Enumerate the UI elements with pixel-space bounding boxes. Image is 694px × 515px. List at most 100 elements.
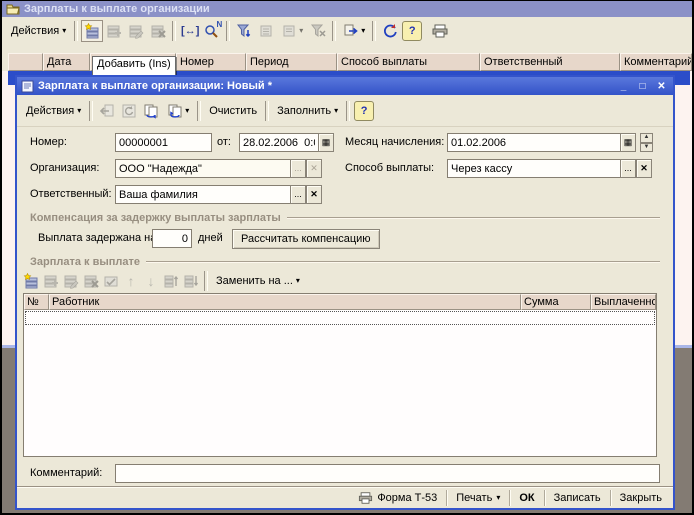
month-spinner[interactable]: ▲ ▼ xyxy=(640,133,653,152)
main-help-button[interactable]: ? xyxy=(401,20,423,42)
toolbar-separator xyxy=(204,271,208,291)
chevron-down-icon: ▾ xyxy=(62,27,66,35)
ok-button[interactable]: ОК xyxy=(516,491,537,505)
copy-settings-button[interactable] xyxy=(140,100,162,122)
footer-separator xyxy=(509,490,510,506)
delete-row-button[interactable] xyxy=(147,20,169,42)
clear-button[interactable]: Очистить xyxy=(204,100,262,122)
up-arrow-icon: ↑ xyxy=(128,273,135,289)
list-column-number[interactable]: Номер xyxy=(176,53,246,71)
print-button[interactable]: Печать▾ xyxy=(453,491,503,505)
ellipsis-icon: ... xyxy=(294,190,302,199)
column-amount[interactable]: Сумма xyxy=(521,294,591,310)
replace-with-button[interactable]: Заменить на ...▾ xyxy=(211,270,305,292)
column-employee[interactable]: Работник xyxy=(49,294,521,310)
reread-button[interactable] xyxy=(96,100,118,122)
organization-input[interactable] xyxy=(115,159,291,178)
close-dialog-button[interactable]: Закрыть xyxy=(617,491,665,505)
calculate-compensation-button[interactable]: Рассчитать компенсацию xyxy=(232,229,380,249)
date-input[interactable] xyxy=(239,133,319,152)
doc-back-icon xyxy=(99,103,115,119)
table-finish-edit-button[interactable] xyxy=(101,271,121,291)
recalculate-button[interactable] xyxy=(118,100,140,122)
responsible-input[interactable] xyxy=(115,185,291,204)
calendar-icon: ▦ xyxy=(624,138,633,147)
output-icon xyxy=(343,23,359,39)
table-delete-row-button[interactable] xyxy=(81,271,101,291)
fill-button[interactable]: Заполнить▾ xyxy=(272,100,343,122)
comment-label: Комментарий: xyxy=(30,464,102,483)
table-sort-asc-button[interactable] xyxy=(161,271,181,291)
folder-icon xyxy=(6,3,20,15)
salary-section-header: Зарплата к выплате xyxy=(30,255,660,268)
list-column-responsible[interactable]: Ответственный xyxy=(480,53,620,71)
clear-filter-button[interactable] xyxy=(307,20,329,42)
sort-filter-button[interactable] xyxy=(233,20,255,42)
salary-table: № Работник Сумма Выплаченность... xyxy=(23,293,657,457)
responsible-label: Ответственный: xyxy=(30,185,112,204)
table-sort-desc-button[interactable] xyxy=(181,271,201,291)
section-rule xyxy=(146,261,660,263)
close-button[interactable]: ✕ xyxy=(654,80,669,93)
section-rule xyxy=(287,217,660,219)
salary-table-header: № Работник Сумма Выплаченность... xyxy=(24,294,656,310)
maximize-button[interactable]: □ xyxy=(635,80,650,93)
chevron-down-icon: ▾ xyxy=(296,277,300,285)
table-copy-row-button[interactable] xyxy=(41,271,61,291)
table-edit-row-button[interactable] xyxy=(61,271,81,291)
printer-icon xyxy=(432,23,448,39)
main-actions-button[interactable]: Действия▾ xyxy=(6,20,71,42)
payment-method-clear-button[interactable]: ✕ xyxy=(636,159,652,178)
column-width-button[interactable]: [↔] xyxy=(179,20,201,42)
column-number[interactable]: № xyxy=(24,294,49,310)
delay-label: Выплата задержана на: xyxy=(38,229,159,248)
comment-input[interactable] xyxy=(115,464,660,483)
add-row-button[interactable] xyxy=(81,20,103,42)
save-button[interactable]: Записать xyxy=(551,491,604,505)
month-calendar-button[interactable]: ▦ xyxy=(620,133,636,152)
table-move-down-button[interactable]: ↓ xyxy=(141,271,161,291)
edit-row-button[interactable] xyxy=(125,20,147,42)
copy-settings-dropdown-button[interactable]: ▾ xyxy=(162,100,194,122)
responsible-clear-button[interactable]: ✕ xyxy=(306,185,322,204)
printer-icon xyxy=(358,491,373,505)
dialog-help-button[interactable]: ? xyxy=(353,100,375,122)
list-column-comment[interactable]: Комментарий xyxy=(620,53,692,71)
form-t53-button[interactable]: Форма Т-53 xyxy=(355,490,440,506)
month-input[interactable] xyxy=(447,133,621,152)
list-column-date[interactable]: Дата xyxy=(43,53,90,71)
main-window-titlebar[interactable]: Зарплаты к выплате организации xyxy=(2,1,692,17)
delete-icon xyxy=(150,23,166,39)
number-input[interactable] xyxy=(115,133,212,152)
list-column-payment-method[interactable]: Способ выплаты xyxy=(337,53,480,71)
dialog-titlebar[interactable]: Зарплата к выплате организации: Новый * … xyxy=(17,77,673,95)
payment-method-select-button[interactable]: ... xyxy=(620,159,636,178)
dialog-actions-button[interactable]: Действия▾ xyxy=(21,100,86,122)
refresh-button[interactable] xyxy=(379,20,401,42)
group-settings-button[interactable] xyxy=(255,20,277,42)
copy-row-button[interactable] xyxy=(103,20,125,42)
table-move-up-button[interactable]: ↑ xyxy=(121,271,141,291)
date-calendar-button[interactable]: ▦ xyxy=(318,133,334,152)
footer-separator xyxy=(446,490,447,506)
main-print-button[interactable] xyxy=(429,20,451,42)
organization-clear-button[interactable]: ✕ xyxy=(306,159,322,178)
chevron-down-icon: ▾ xyxy=(299,27,303,35)
payment-method-input[interactable] xyxy=(447,159,621,178)
list-column-period[interactable]: Период xyxy=(246,53,337,71)
organization-label: Организация: xyxy=(30,159,99,178)
focused-empty-row[interactable] xyxy=(25,311,655,325)
delay-days-input[interactable] xyxy=(152,229,192,248)
column-paid-status[interactable]: Выплаченность... xyxy=(591,294,656,310)
list-column-empty[interactable] xyxy=(8,53,43,71)
number-label: Номер: xyxy=(30,133,67,152)
output-list-button[interactable]: ▾ xyxy=(339,20,369,42)
find-by-number-button[interactable]: N xyxy=(201,20,223,42)
minimize-button[interactable]: _ xyxy=(616,80,631,93)
screen: Зарплаты к выплате организации Действия▾… xyxy=(0,0,694,515)
responsible-select-button[interactable]: ... xyxy=(290,185,306,204)
filter-settings-dropdown-button[interactable]: ▾ xyxy=(277,20,307,42)
date-from-label: от: xyxy=(217,133,231,152)
table-add-row-button[interactable] xyxy=(21,271,41,291)
organization-select-button[interactable]: ... xyxy=(290,159,306,178)
